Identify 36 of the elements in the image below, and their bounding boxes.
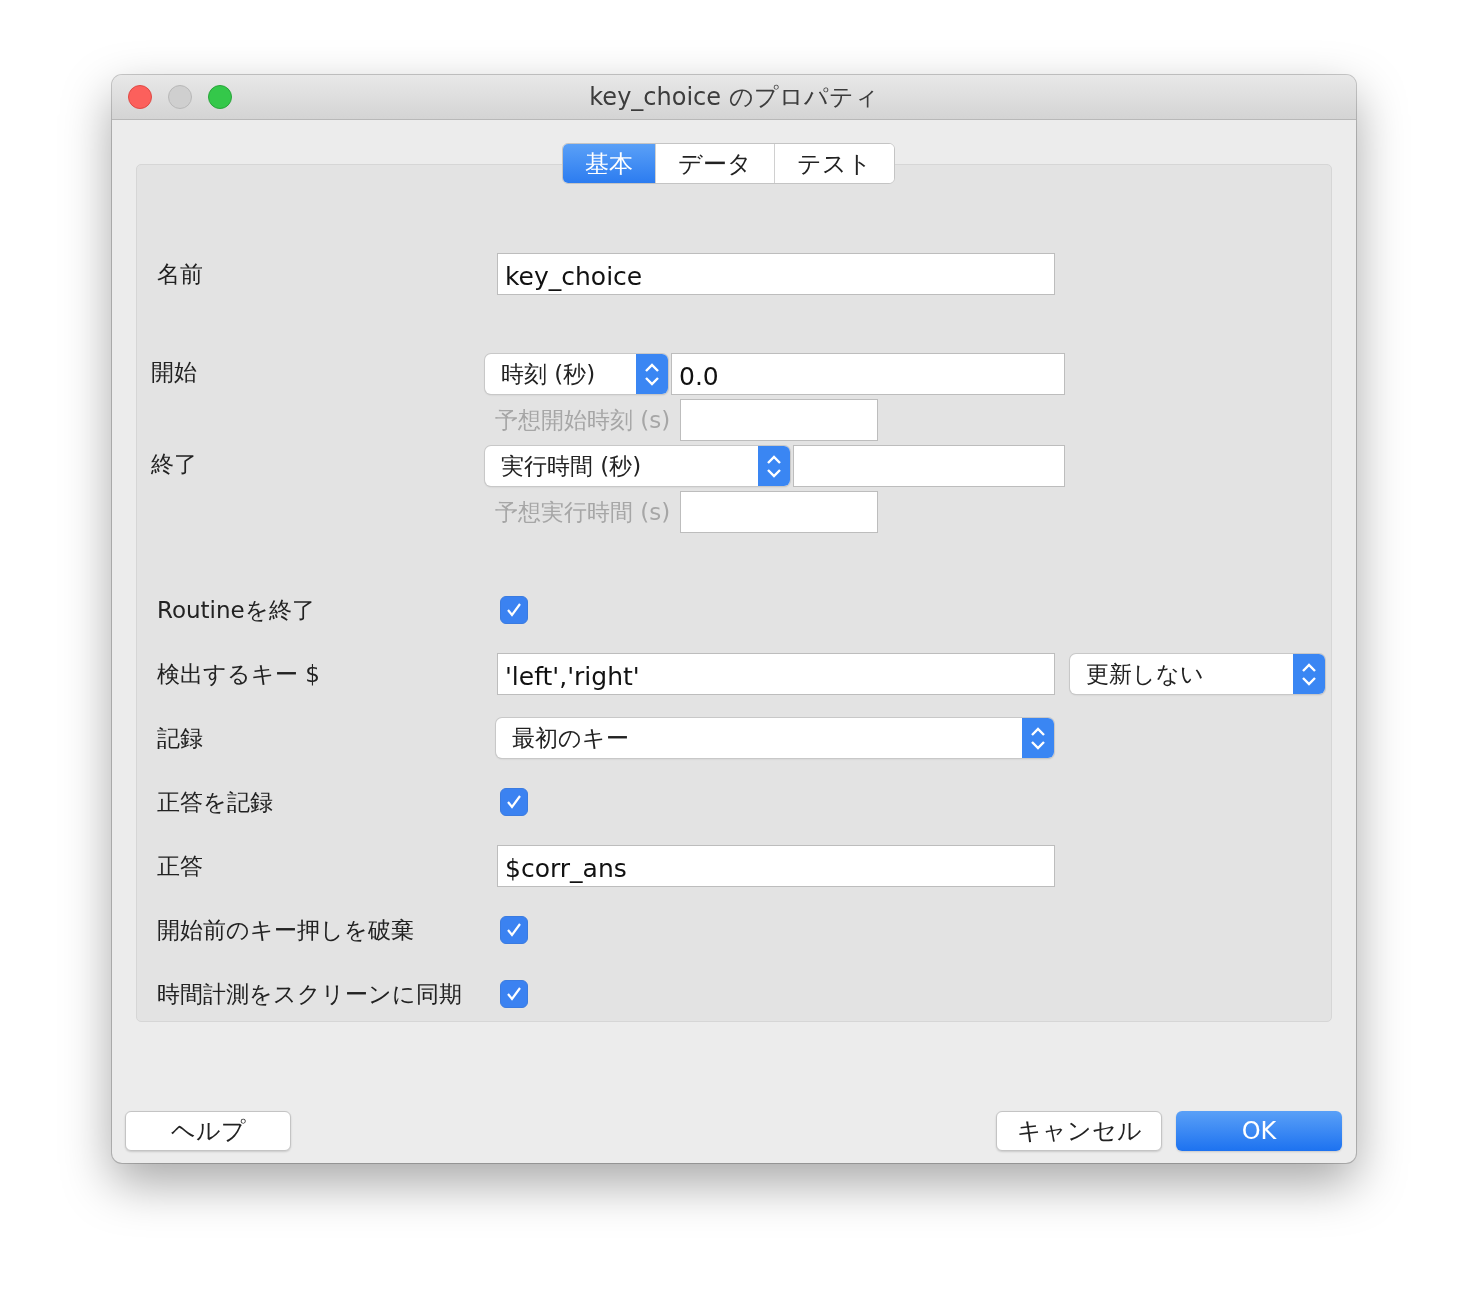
checkbox[interactable] [500, 916, 528, 944]
text-field[interactable]: 'left','right' [497, 653, 1055, 695]
dropdown[interactable]: 実行時間 (秒) [485, 446, 790, 486]
text-field[interactable] [680, 491, 879, 533]
text-field[interactable] [793, 445, 1065, 487]
text-field[interactable]: key_choice [497, 253, 1055, 295]
field-label: 記録 [157, 723, 204, 753]
checkbox[interactable] [500, 788, 528, 816]
checkbox[interactable] [500, 596, 528, 624]
dropdown[interactable]: 更新しない [1070, 654, 1325, 694]
field-label: 予想実行時間 (s) [495, 497, 671, 527]
stepper-icon [1293, 654, 1325, 694]
checkbox[interactable] [500, 980, 528, 1008]
stepper-icon [636, 354, 668, 394]
field-label: 開始前のキー押しを破棄 [157, 915, 415, 945]
help-button[interactable]: ヘルプ [125, 1111, 291, 1151]
stepper-icon [758, 446, 790, 486]
dropdown[interactable]: 時刻 (秒) [485, 354, 668, 394]
field-label: 時間計測をスクリーンに同期 [157, 979, 463, 1009]
cancel-button[interactable]: キャンセル [996, 1111, 1162, 1151]
stepper-icon [1022, 718, 1054, 758]
field-label: 名前 [157, 259, 204, 289]
field-label: 開始 [151, 359, 197, 385]
close-button[interactable] [128, 85, 152, 109]
text-field[interactable] [680, 399, 879, 441]
field-label: 終了 [151, 451, 197, 477]
field-label: 予想開始時刻 (s) [495, 405, 671, 435]
field-label: 正答 [157, 851, 204, 881]
dropdown[interactable]: 最初のキー [496, 718, 1054, 758]
field-label: 検出するキー $ [157, 659, 321, 689]
text-field[interactable]: 0.0 [671, 353, 1065, 395]
window-title: key_choice のプロパティ [589, 82, 879, 113]
text-field[interactable]: $corr_ans [497, 845, 1055, 887]
field-label: Routineを終了 [157, 595, 316, 625]
zoom-button[interactable] [208, 85, 232, 109]
field-label: 正答を記録 [157, 787, 274, 817]
